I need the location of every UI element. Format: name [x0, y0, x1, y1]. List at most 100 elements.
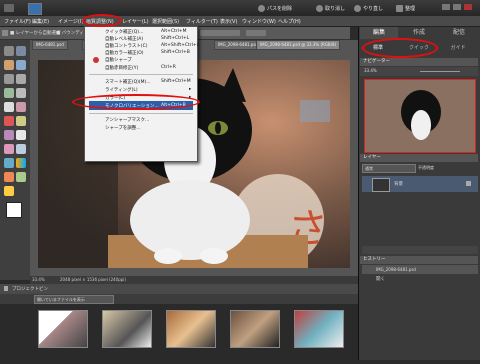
menu-item-smart-fix[interactable]: スマート補正(Q)(M)...	[105, 79, 151, 85]
thumbnail[interactable]	[294, 310, 344, 348]
organize-icon	[396, 4, 403, 12]
close-icon[interactable]	[464, 4, 472, 10]
healing-brush-tool-icon[interactable]	[16, 116, 26, 126]
zoom-slider[interactable]	[420, 71, 460, 72]
window-controls[interactable]	[442, 4, 476, 11]
auto-select-layer-checkbox[interactable]: ■ レイヤーから自動選択	[10, 30, 61, 36]
align-controls[interactable]	[246, 30, 266, 36]
menu-layer[interactable]: レイヤー(L)	[122, 18, 149, 25]
shortcut: Ctrl+R	[161, 65, 176, 70]
history-file-row[interactable]: IMG_2098-6481.psd	[362, 265, 478, 274]
menu-file[interactable]: ファイル(F)	[4, 18, 31, 25]
menu-bar: ファイル(F) 編集(E) イメージ(I) 画質調整(N) レイヤー(L) 選択…	[0, 16, 480, 27]
opacity-label: 不透明度	[418, 165, 434, 170]
tab-share[interactable]: 配信	[440, 27, 478, 39]
menu-item-auto-contrast[interactable]: 自動コントラスト(C)	[105, 43, 148, 49]
eraser-tool-icon[interactable]	[16, 130, 26, 140]
bin-view-select[interactable]: 開いているファイルを表示	[34, 295, 114, 304]
navigator-preview[interactable]	[364, 79, 476, 153]
arrange-controls[interactable]	[200, 30, 240, 36]
document-tab[interactable]: IMG_2098-6481.psd	[214, 40, 262, 50]
collapse-triangle-icon[interactable]	[4, 286, 8, 291]
type-tool-icon[interactable]	[4, 102, 14, 112]
menu-filter[interactable]: フィルター(T)	[186, 18, 218, 25]
layer-thumbnail	[372, 178, 390, 192]
shape-tool-icon[interactable]	[4, 172, 14, 182]
layer-row[interactable]: 背景	[362, 176, 478, 192]
maximize-icon[interactable]	[453, 4, 461, 10]
highlight-ellipse-tabs	[362, 38, 438, 58]
foreground-color-swatch[interactable]	[6, 202, 22, 218]
document-info: 2048 pixel × 1536 pixel (240ppi)	[60, 277, 126, 282]
navigator-header[interactable]: ナビゲーター	[360, 58, 478, 66]
eyedropper-tool-icon[interactable]	[16, 60, 26, 70]
document-tab[interactable]: IMG-6481.psd	[32, 40, 68, 50]
selection-brush-tool-icon[interactable]	[16, 88, 26, 98]
layers-header[interactable]: レイヤー	[360, 154, 478, 162]
shortcut: Alt+Shift+Ctrl+L	[161, 43, 200, 48]
history-item[interactable]: 開く	[362, 275, 478, 284]
document-tab-active[interactable]: IMG_2098-6481.psd @ 33.3% (RGB/8)	[256, 40, 341, 50]
redo-button[interactable]: やり直し	[354, 4, 383, 12]
menu-item-lighting[interactable]: ライティング(L)	[105, 87, 138, 93]
menu-image[interactable]: イメージ(I)	[58, 18, 83, 25]
shortcut: Shift+Ctrl+M	[161, 79, 191, 84]
shortcut: Shift+Ctrl+L	[161, 36, 190, 41]
menu-item-auto-sharpen[interactable]: 自動シャープ	[105, 57, 132, 63]
tab-guided[interactable]: ガイド	[442, 43, 474, 53]
brush-tool-icon[interactable]	[4, 144, 14, 154]
menu-item-adjust-sharpness[interactable]: シャープを調整...	[105, 125, 141, 131]
thumbnail[interactable]	[102, 310, 152, 348]
menu-item-auto-red-eye[interactable]: 自動赤目修正(Y)	[105, 65, 138, 71]
menu-separator	[89, 113, 193, 114]
project-bin-header: プロジェクトビン	[0, 284, 358, 294]
project-bin-title: プロジェクトビン	[12, 287, 48, 292]
menu-view[interactable]: 表示(V)	[220, 18, 237, 25]
history-header[interactable]: ヒストリー	[360, 256, 478, 264]
menu-item-unsharp-mask[interactable]: アンシャープマスク...	[105, 117, 149, 123]
marquee-tool-icon[interactable]	[4, 74, 14, 84]
hand-tool-icon[interactable]	[4, 60, 14, 70]
lock-icon	[466, 181, 471, 186]
menu-help[interactable]: ヘルプ(H)	[278, 18, 301, 25]
title-bar: パスを削除 取り消し やり直し 整理	[0, 0, 480, 16]
smart-brush-tool-icon[interactable]	[16, 144, 26, 154]
magic-wand-tool-icon[interactable]	[4, 88, 14, 98]
blend-mode-select[interactable]: 通常	[362, 164, 416, 173]
clear-path-button[interactable]: パスを削除	[258, 4, 292, 12]
lasso-tool-icon[interactable]	[16, 74, 26, 84]
menu-item-quick-fix[interactable]: クイック補正(Q)...	[105, 29, 143, 35]
undo-button[interactable]: 取り消し	[316, 4, 345, 12]
crop-tool-icon[interactable]	[16, 102, 26, 112]
layers-panel-footer	[362, 246, 478, 254]
thumbnail[interactable]	[230, 310, 280, 348]
thumbnail[interactable]	[38, 310, 88, 348]
app-menu-icon[interactable]	[4, 4, 14, 12]
move-tool-icon	[2, 30, 8, 36]
red-eye-tool-icon[interactable]	[4, 116, 14, 126]
menu-window[interactable]: ウィンドウ(W)	[242, 18, 276, 25]
menu-edit[interactable]: 編集(E)	[32, 18, 49, 25]
paint-bucket-tool-icon[interactable]	[4, 158, 14, 168]
undo-icon	[316, 4, 323, 12]
navigator-controls: 33.4%	[360, 67, 478, 76]
menu-item-auto-color[interactable]: 自動カラー補正(O)	[105, 50, 144, 56]
menu-item-auto-levels[interactable]: 自動レベル補正(A)	[105, 36, 143, 42]
zoom-tool-icon[interactable]	[16, 46, 26, 56]
clone-stamp-tool-icon[interactable]	[4, 130, 14, 140]
right-panel	[358, 27, 480, 360]
menu-select[interactable]: 選択範囲(S)	[152, 18, 179, 25]
move-tool-icon[interactable]	[4, 46, 14, 56]
minimize-icon[interactable]	[442, 4, 450, 10]
highlight-ellipse-menu	[82, 14, 122, 27]
redo-icon	[354, 4, 361, 12]
clear-icon	[258, 4, 265, 12]
blur-tool-icon[interactable]	[16, 172, 26, 182]
thumbnail[interactable]	[166, 310, 216, 348]
zoom-level: 33.4%	[32, 277, 45, 282]
sponge-tool-icon[interactable]	[4, 186, 14, 196]
gradient-tool-icon[interactable]	[16, 158, 26, 168]
navigator-zoom[interactable]: 33.4%	[364, 68, 377, 73]
organize-button[interactable]: 整理	[396, 4, 415, 12]
project-bin-toolbar: 開いているファイルを表示	[0, 294, 358, 304]
